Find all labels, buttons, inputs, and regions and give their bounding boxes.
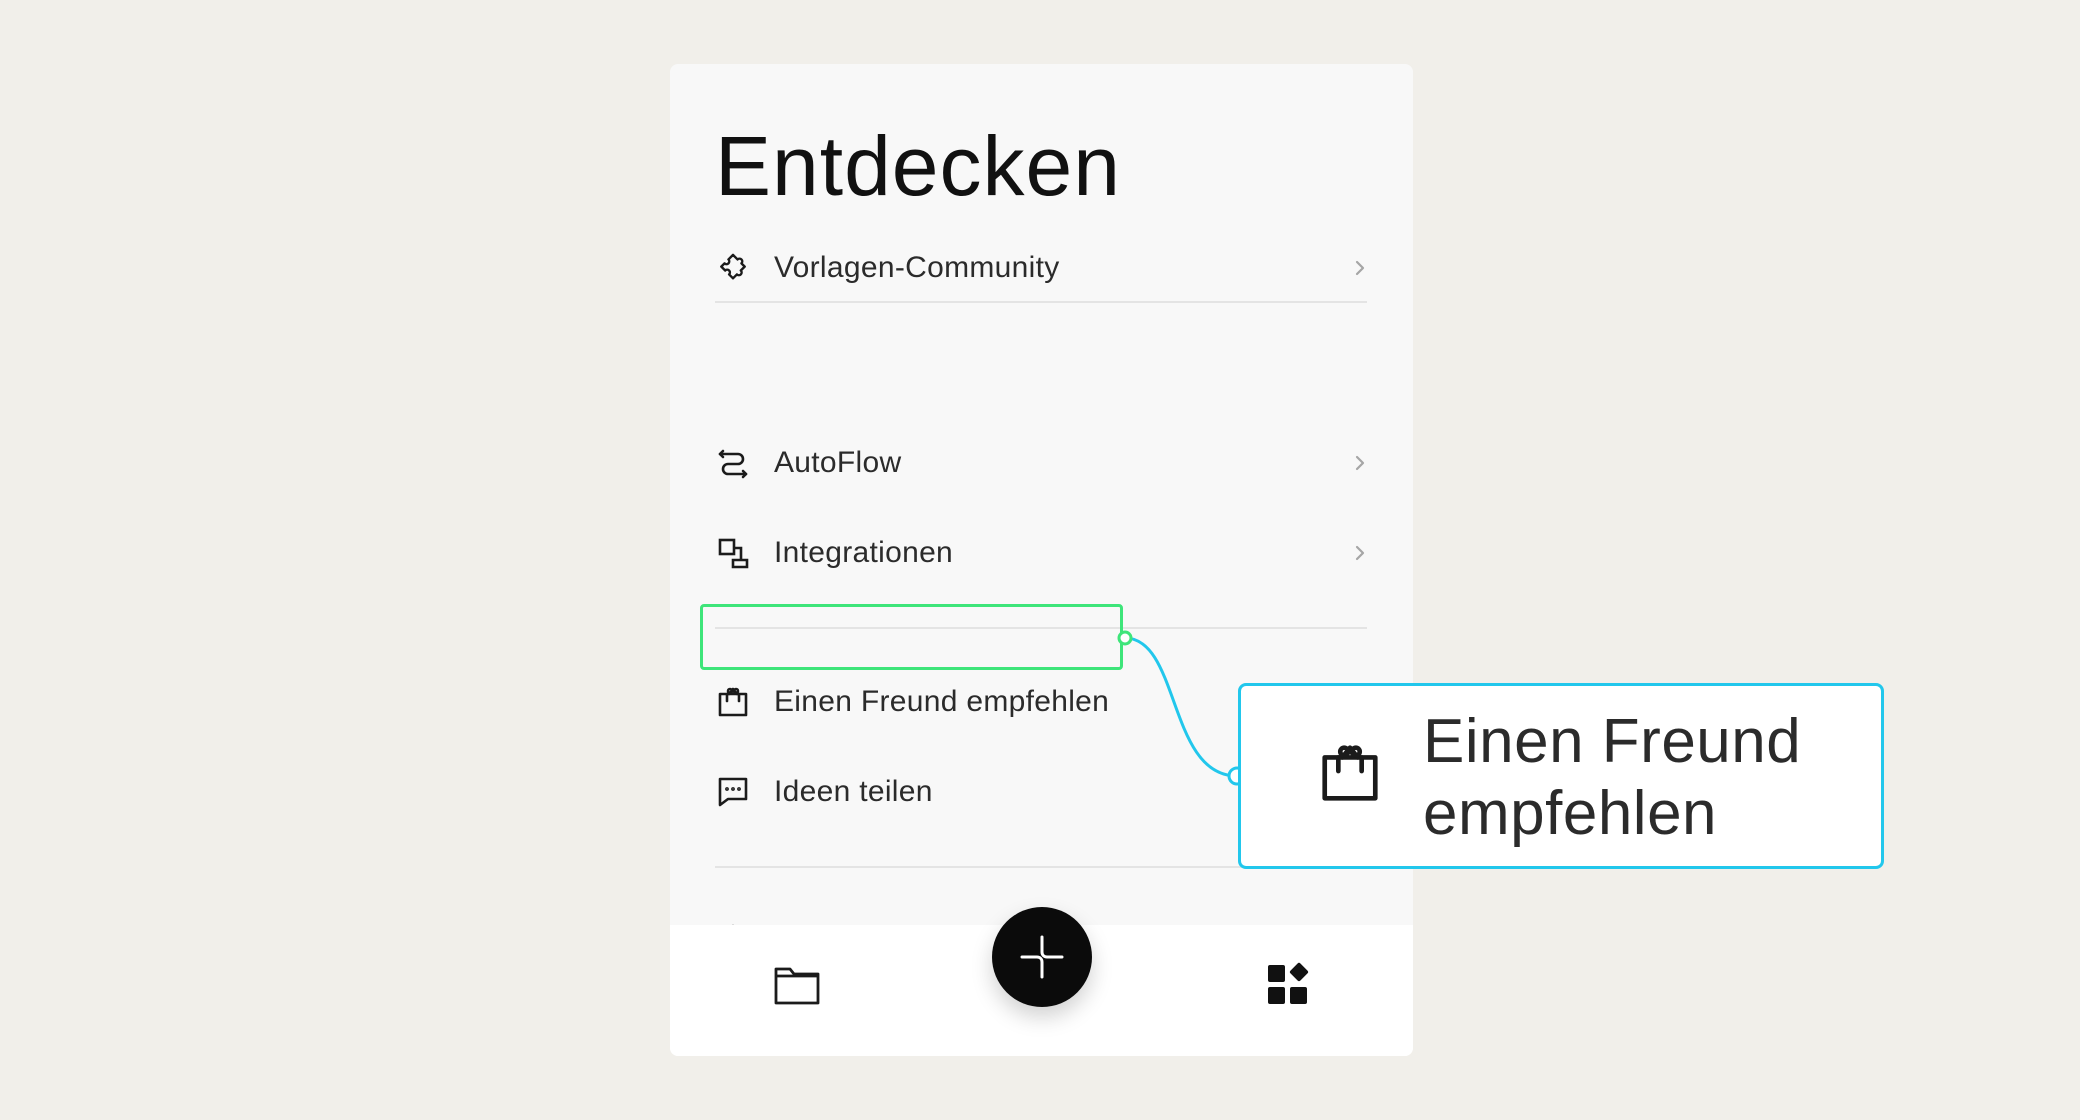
page-title: Entdecken (715, 119, 1121, 213)
highlight-box (700, 604, 1123, 670)
callout-label: Einen Freund empfehlen (1423, 707, 1802, 848)
chevron-right-icon (1353, 256, 1367, 280)
create-button[interactable] (992, 907, 1092, 1007)
chevron-right-icon (1353, 541, 1367, 565)
zoom-callout: Einen Freund empfehlen (1238, 683, 1884, 869)
menu-item-label: AutoFlow (774, 446, 902, 479)
puzzle-icon (715, 250, 751, 286)
apps-icon[interactable] (1263, 959, 1315, 1011)
menu-item-integrationen[interactable]: Integrationen (715, 523, 1367, 583)
gift-bag-icon (715, 684, 751, 720)
integration-icon (715, 535, 751, 571)
menu-item-label: Vorlagen-Community (774, 251, 1060, 284)
chevron-right-icon (1353, 451, 1367, 475)
divider (715, 301, 1367, 303)
menu-item-label: Integrationen (774, 536, 954, 569)
menu-item-label: Einen Freund empfehlen (774, 685, 1110, 718)
menu-item-vorlagen-community[interactable]: Vorlagen-Community (715, 238, 1367, 298)
folder-icon[interactable] (771, 959, 823, 1011)
chat-icon (715, 774, 751, 810)
gift-bag-icon (1315, 738, 1385, 808)
menu-item-label: Ideen teilen (774, 775, 933, 808)
flow-icon (715, 445, 751, 481)
menu-item-autoflow[interactable]: AutoFlow (715, 433, 1367, 493)
